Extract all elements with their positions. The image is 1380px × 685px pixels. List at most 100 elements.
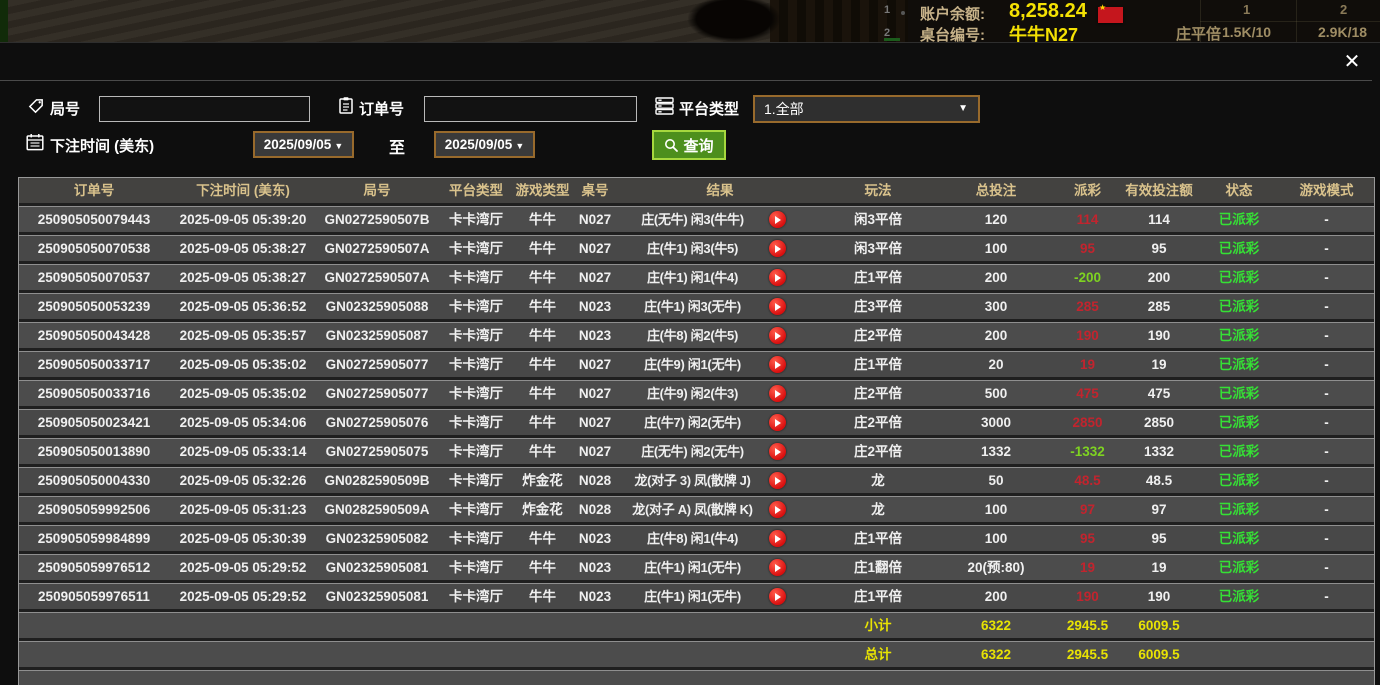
total-bet: 100	[936, 497, 1056, 522]
balance-value: 8,258.24	[1009, 0, 1087, 23]
play-type: 龙	[820, 468, 936, 493]
valid-bet: 200	[1119, 265, 1199, 290]
query-button-label: 查询	[683, 135, 713, 156]
platform-type: 卡卡湾厅	[437, 555, 515, 580]
round-id: GN02325905087	[317, 323, 437, 348]
query-button[interactable]: 查询	[652, 130, 726, 160]
valid-bet: 19	[1119, 352, 1199, 377]
col-header-total-bet: 总投注	[936, 178, 1056, 203]
round-id: GN02725905077	[317, 352, 437, 377]
payout: 190	[1056, 323, 1119, 348]
play-icon[interactable]	[769, 298, 786, 315]
play-icon[interactable]	[769, 501, 786, 518]
play-type: 庄2平倍	[820, 381, 936, 406]
subtotal-round-id	[317, 613, 437, 638]
total-bet: 500	[936, 381, 1056, 406]
empty-trailing-row	[19, 670, 1374, 685]
play-icon[interactable]	[769, 530, 786, 547]
table-no: N027	[570, 410, 620, 435]
play-icon[interactable]	[769, 385, 786, 402]
order-id: 250905050033717	[19, 352, 169, 377]
close-icon[interactable]: ✕	[1336, 47, 1368, 77]
order-id: 250905050023421	[19, 410, 169, 435]
result: 庄(无牛) 闲3(牛牛)	[620, 207, 820, 232]
order-id: 250905050013890	[19, 439, 169, 464]
total-bet: 20(预:80)	[936, 555, 1056, 580]
game-mode: -	[1279, 265, 1374, 290]
total-round-id	[317, 642, 437, 667]
table-no: N023	[570, 555, 620, 580]
table-row: 2509050500234212025-09-05 05:34:06GN0272…	[19, 409, 1374, 438]
modal-top-divider	[0, 80, 1372, 81]
total-bet: 20	[936, 352, 1056, 377]
valid-bet: 97	[1119, 497, 1199, 522]
table-row: 2509050500705372025-09-05 05:38:27GN0272…	[19, 264, 1374, 293]
platform-type-select[interactable]: 1.全部 ▼	[753, 95, 980, 123]
play-type: 庄2平倍	[820, 323, 936, 348]
date-from-picker[interactable]: 2025/09/05▼	[253, 131, 354, 158]
col-header-game-mode: 游戏模式	[1279, 178, 1374, 203]
payout: 475	[1056, 381, 1119, 406]
date-to-picker[interactable]: 2025/09/05▼	[434, 131, 535, 158]
order-number-input[interactable]	[424, 96, 637, 122]
total-order-id	[19, 642, 169, 667]
play-icon[interactable]	[769, 443, 786, 460]
date-from-value: 2025/09/05	[264, 137, 332, 152]
table-row: 2509050599848992025-09-05 05:30:39GN0232…	[19, 525, 1374, 554]
bet-time-label: 下注时间 (美东)	[50, 135, 154, 156]
table-no: N023	[570, 294, 620, 319]
game-type: 牛牛	[515, 207, 570, 232]
status: 已派彩	[1199, 526, 1279, 551]
status: 已派彩	[1199, 584, 1279, 609]
game-mode: -	[1279, 352, 1374, 377]
order-id: 250905059984899	[19, 526, 169, 551]
result-text: 庄(牛7) 闲2(无牛)	[620, 410, 765, 435]
total-result	[620, 642, 820, 667]
subtotal-bet-time	[169, 613, 317, 638]
subtotal-total-bet: 6322	[936, 613, 1056, 638]
platform-type: 卡卡湾厅	[437, 323, 515, 348]
subtotal-game-mode	[1279, 613, 1374, 638]
payout: -200	[1056, 265, 1119, 290]
total-total-bet: 6322	[936, 642, 1056, 667]
game-type: 牛牛	[515, 555, 570, 580]
table-no: N027	[570, 381, 620, 406]
valid-bet: 2850	[1119, 410, 1199, 435]
result-text: 庄(无牛) 闲2(无牛)	[620, 439, 765, 464]
play-icon[interactable]	[769, 240, 786, 257]
play-icon[interactable]	[769, 356, 786, 373]
total-bet: 50	[936, 468, 1056, 493]
result: 庄(牛1) 闲3(无牛)	[620, 294, 820, 319]
dim-overlay	[0, 0, 1380, 42]
game-type: 牛牛	[515, 323, 570, 348]
status: 已派彩	[1199, 236, 1279, 261]
col-header-platform-type: 平台类型	[437, 178, 515, 203]
play-type: 闲3平倍	[820, 236, 936, 261]
round-number-input[interactable]	[99, 96, 310, 122]
platform-list-icon	[655, 97, 673, 115]
game-mode: -	[1279, 497, 1374, 522]
payout: 95	[1056, 526, 1119, 551]
play-icon[interactable]	[769, 559, 786, 576]
col-header-table-no: 桌号	[570, 178, 620, 203]
play-icon[interactable]	[769, 588, 786, 605]
result-text: 庄(牛1) 闲1(无牛)	[620, 555, 765, 580]
platform-type: 卡卡湾厅	[437, 207, 515, 232]
play-type: 庄3平倍	[820, 294, 936, 319]
game-type: 牛牛	[515, 265, 570, 290]
col-header-round-id: 局号	[317, 178, 437, 203]
play-icon[interactable]	[769, 414, 786, 431]
bet-history-modal: ✕ 局号 订单号 平台类型 1.全部 ▼ 下注时间 (美东) 2025/09/0…	[0, 42, 1380, 679]
play-icon[interactable]	[769, 327, 786, 344]
list-marker-1: 1	[884, 4, 890, 16]
result: 庄(牛1) 闲1(无牛)	[620, 555, 820, 580]
table-row: 2509050599925062025-09-05 05:31:23GN0282…	[19, 496, 1374, 525]
platform-type: 卡卡湾厅	[437, 352, 515, 377]
round-id: GN02725905075	[317, 439, 437, 464]
play-icon[interactable]	[769, 269, 786, 286]
result-text: 庄(牛1) 闲3(牛5)	[620, 236, 765, 261]
table-no: N027	[570, 236, 620, 261]
play-icon[interactable]	[769, 472, 786, 489]
play-icon[interactable]	[769, 211, 786, 228]
subtotal-game-type	[515, 613, 570, 638]
